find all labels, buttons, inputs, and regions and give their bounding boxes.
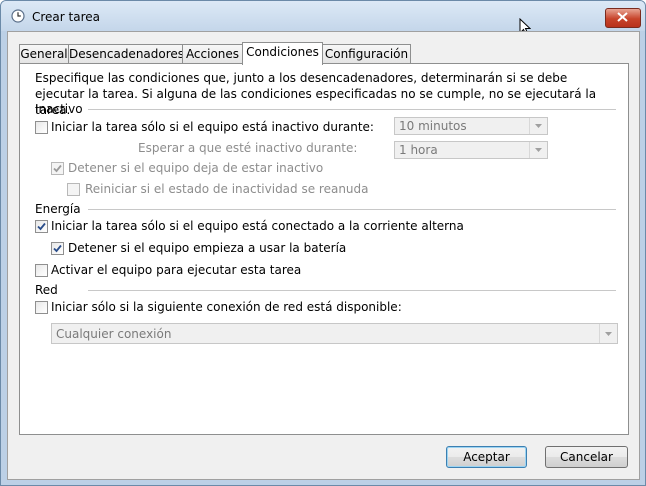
checkmark-icon	[53, 164, 62, 173]
start-if-idle-checkbox[interactable]	[35, 121, 48, 134]
dialog-client-area: General Desencadenadores Acciones Condic…	[7, 31, 640, 480]
window-title: Crear tarea	[32, 10, 100, 24]
chevron-down-icon	[529, 142, 547, 158]
clock-icon	[11, 9, 25, 23]
wait-duration-value: 1 hora	[399, 143, 438, 157]
wake-computer-label: Activar el equipo para ejecutar esta tar…	[51, 263, 302, 277]
network-available-label: Iniciar sólo si la siguiente conexión de…	[51, 300, 402, 314]
cancel-button[interactable]: Cancelar	[545, 446, 628, 468]
tab-actions[interactable]: Acciones	[182, 44, 243, 64]
network-connection-value: Cualquier conexión	[56, 327, 172, 341]
idle-duration-value: 10 minutos	[399, 119, 467, 133]
conditions-panel: Especifique las condiciones que, junto a…	[19, 63, 629, 435]
network-connection-select[interactable]: Cualquier conexión	[51, 323, 618, 344]
description-text: Especifique las condiciones que, junto a…	[35, 71, 597, 117]
ac-power-label: Iniciar la tarea sólo si el equipo está …	[51, 219, 464, 233]
idle-heading: Inactivo	[35, 102, 83, 116]
wait-label: Esperar a que esté inactivo durante:	[138, 141, 358, 155]
checkmark-icon	[53, 244, 62, 253]
restart-if-idle-checkbox[interactable]	[67, 183, 80, 196]
chevron-down-icon	[599, 324, 617, 343]
chevron-down-icon	[529, 118, 547, 134]
network-separator	[88, 290, 616, 291]
tab-settings[interactable]: Configuración	[322, 44, 411, 64]
network-heading: Red	[35, 283, 58, 297]
ac-power-checkbox[interactable]	[35, 220, 48, 233]
stop-on-battery-checkbox[interactable]	[51, 242, 64, 255]
power-heading: Energía	[35, 202, 81, 216]
create-task-window: Crear tarea General Desencadenadores Acc…	[0, 0, 646, 486]
tab-general[interactable]: General	[19, 44, 69, 64]
stop-on-battery-label: Detener si el equipo empieza a usar la b…	[68, 241, 347, 255]
network-available-checkbox[interactable]	[35, 301, 48, 314]
stop-if-not-idle-checkbox[interactable]	[51, 162, 64, 175]
idle-separator	[88, 109, 616, 110]
start-if-idle-label: Iniciar la tarea sólo si el equipo está …	[51, 120, 374, 134]
tab-conditions[interactable]: Condiciones	[242, 42, 323, 65]
tab-triggers[interactable]: Desencadenadores	[68, 44, 184, 64]
stop-if-not-idle-label: Detener si el equipo deja de estar inact…	[68, 161, 324, 175]
checkmark-icon	[37, 222, 46, 231]
restart-if-idle-label: Reiniciar si el estado de inactividad se…	[85, 182, 369, 196]
close-icon	[617, 12, 628, 22]
idle-duration-select[interactable]: 10 minutos	[394, 117, 548, 135]
close-button[interactable]	[605, 8, 641, 28]
title-bar[interactable]: Crear tarea	[1, 1, 645, 36]
power-separator	[88, 209, 616, 210]
wait-duration-select[interactable]: 1 hora	[394, 141, 548, 159]
accept-button[interactable]: Aceptar	[446, 446, 527, 468]
wake-computer-checkbox[interactable]	[35, 264, 48, 277]
